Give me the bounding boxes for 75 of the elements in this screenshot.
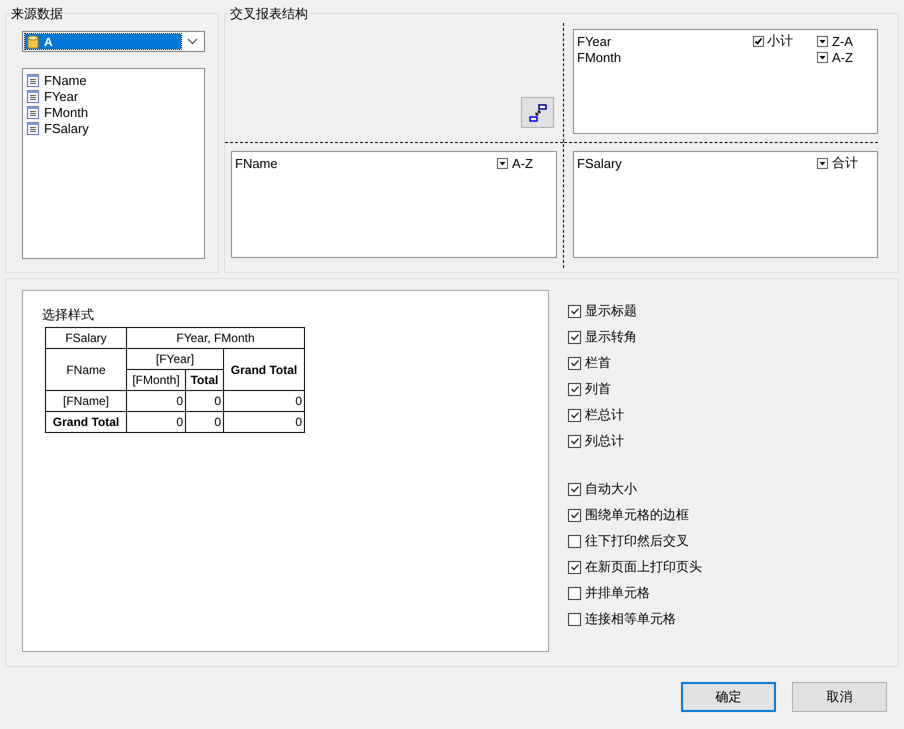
table-cell: 0 bbox=[126, 412, 186, 432]
checkbox[interactable] bbox=[568, 534, 581, 548]
column-fields-box[interactable]: FYear 小计 Z-A FMonth A-Z bbox=[573, 29, 878, 134]
table-cell: 0 bbox=[224, 390, 304, 412]
field-name: FName bbox=[235, 156, 279, 170]
dropdown-icon bbox=[817, 158, 828, 168]
table-cell: [FMonth] bbox=[126, 370, 186, 390]
checkbox-label: 自动大小 bbox=[585, 480, 637, 498]
checkbox[interactable] bbox=[568, 612, 581, 626]
checkbox[interactable] bbox=[568, 508, 581, 522]
table-cell: [FName] bbox=[46, 390, 126, 412]
checkbox[interactable] bbox=[568, 482, 581, 496]
table-cell: FName bbox=[46, 348, 126, 390]
table-cell: 0 bbox=[224, 412, 304, 432]
table-cell: 0 bbox=[186, 412, 224, 432]
sort-label[interactable]: A-Z bbox=[512, 156, 533, 170]
checkbox[interactable] bbox=[568, 586, 581, 600]
field-name: FMonth bbox=[577, 50, 622, 64]
swap-icon bbox=[528, 102, 548, 122]
dataset-name: A bbox=[44, 34, 53, 48]
checkbox-label: 列总计 bbox=[585, 432, 624, 450]
subtotal-label: 小计 bbox=[767, 32, 793, 50]
checkbox-label: 栏首 bbox=[585, 354, 611, 372]
dataset-dropdown[interactable]: A bbox=[22, 31, 205, 52]
checkbox[interactable] bbox=[568, 560, 581, 574]
table-cell: Grand Total bbox=[224, 348, 304, 390]
list-icon bbox=[27, 90, 39, 102]
checkbox[interactable] bbox=[568, 356, 581, 370]
field-item[interactable]: FYear bbox=[44, 88, 78, 104]
table-cell: FYear, FMonth bbox=[126, 328, 304, 348]
sort-label[interactable]: A-Z bbox=[832, 50, 853, 64]
sort-label[interactable]: 合计 bbox=[832, 154, 858, 172]
table-cell: 0 bbox=[126, 390, 186, 412]
checkbox-label: 列首 bbox=[585, 380, 611, 398]
checkbox-label: 显示标题 bbox=[585, 302, 637, 320]
row-fields-box[interactable]: FName A-Z bbox=[231, 151, 557, 258]
checkbox-label: 往下打印然后交叉 bbox=[585, 532, 689, 550]
checkbox[interactable] bbox=[568, 330, 581, 344]
sort-label[interactable]: Z-A bbox=[832, 34, 853, 48]
checkbox[interactable] bbox=[753, 36, 764, 46]
list-icon bbox=[27, 106, 39, 118]
dropdown-icon bbox=[497, 158, 508, 168]
dialog-button[interactable]: 确定 bbox=[681, 682, 776, 712]
field-list[interactable]: FName FYear FMonth FSalary bbox=[22, 68, 205, 259]
checkbox-label: 围绕单元格的边框 bbox=[585, 506, 689, 524]
field-item[interactable]: FSalary bbox=[44, 120, 89, 136]
field-item[interactable]: FName bbox=[44, 72, 87, 88]
group-title: 来源数据 bbox=[10, 6, 64, 21]
checkbox[interactable] bbox=[568, 434, 581, 448]
field-name: FSalary bbox=[577, 156, 623, 170]
table-cell: FSalary bbox=[46, 328, 126, 348]
table-cell: 0 bbox=[186, 390, 224, 412]
checkbox-label: 并排单元格 bbox=[585, 584, 650, 602]
field-name: FYear bbox=[577, 34, 612, 48]
table-cell: Grand Total bbox=[46, 412, 126, 432]
table-cell: [FYear] bbox=[126, 348, 224, 370]
checkbox[interactable] bbox=[568, 304, 581, 318]
dialog-button[interactable]: 取消 bbox=[792, 682, 887, 712]
dropdown-icon bbox=[817, 52, 828, 62]
database-icon bbox=[27, 34, 39, 48]
swap-button[interactable] bbox=[521, 97, 554, 128]
preview-title: 选择样式 bbox=[42, 307, 95, 324]
chevron-down-icon bbox=[187, 38, 198, 45]
checkbox-label: 显示转角 bbox=[585, 328, 637, 346]
list-icon bbox=[27, 74, 39, 86]
checkbox-label: 在新页面上打印页头 bbox=[585, 558, 702, 576]
checkbox-label: 栏总计 bbox=[585, 406, 624, 424]
list-icon bbox=[27, 122, 39, 134]
checkbox[interactable] bbox=[568, 382, 581, 396]
value-fields-box[interactable]: FSalary 合计 bbox=[573, 151, 878, 258]
dropdown-icon bbox=[817, 36, 828, 46]
checkbox-label: 连接相等单元格 bbox=[585, 610, 676, 628]
group-title: 交叉报表结构 bbox=[229, 6, 309, 21]
checkbox[interactable] bbox=[568, 408, 581, 422]
field-item[interactable]: FMonth bbox=[44, 104, 88, 120]
